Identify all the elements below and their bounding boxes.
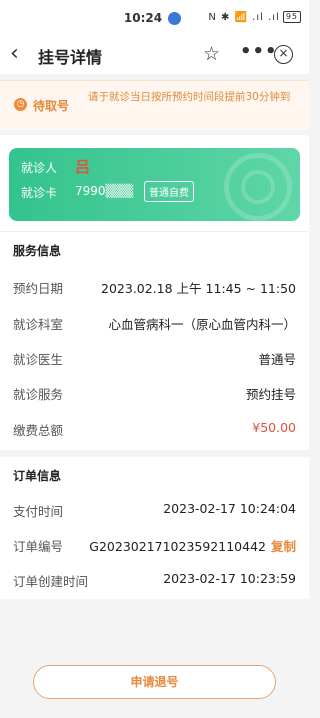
patient-card-section: 就诊人 吕 就诊卡 7990▒▒▒ 普通自费 <box>0 135 309 231</box>
doctor-value: 普通号 <box>258 352 296 367</box>
patient-name: 吕 <box>75 158 91 176</box>
doctor-label: 就诊医生 <box>13 352 64 367</box>
more-options-icon[interactable]: ••• <box>240 40 278 64</box>
department-value: 心血管病科一（原心血管内科一） <box>108 317 296 332</box>
department-label: 就诊科室 <box>13 317 64 332</box>
notice-message: 请于就诊当日按所预约时间段提前30分钟到 <box>88 91 291 103</box>
order-created-label: 订单创建时间 <box>13 574 89 589</box>
appointment-date-label: 预约日期 <box>13 281 64 296</box>
navigation-bar: ‹ 挂号详情 ☆ ••• × <box>0 36 309 74</box>
status-bar: 10:24 N ✱ 📶 .ıl .ıl 95 <box>0 0 309 36</box>
service-value: 预约挂号 <box>245 387 296 402</box>
order-number-row: G202302171023592110442 复制 <box>89 536 296 555</box>
page-title: 挂号详情 <box>38 48 103 67</box>
total-fee-label: 缴费总额 <box>13 423 64 438</box>
appointment-date-value: 2023.02.18 上午 11:45 ~ 11:50 <box>101 281 296 296</box>
order-created-value: 2023-02-17 10:23:59 <box>163 571 296 586</box>
payment-time-value: 2023-02-17 10:24:04 <box>163 501 296 516</box>
status-time: 10:24 <box>123 11 163 25</box>
status-indicators: N ✱ 📶 .ıl .ıl 95 <box>208 11 301 23</box>
back-arrow-icon[interactable]: ‹ <box>10 42 34 68</box>
pickup-notice: ◷ 待取号 请于就诊当日按所预约时间段提前30分钟到 <box>0 80 309 130</box>
ticket-status: 待取号 <box>33 99 70 113</box>
service-label: 就诊服务 <box>13 387 64 402</box>
total-fee-value: ¥50.00 <box>252 420 296 435</box>
battery-icon: 95 <box>282 11 301 23</box>
patient-label: 就诊人 <box>21 161 58 175</box>
connectivity-icons: N ✱ 📶 .ıl .ıl <box>208 11 280 23</box>
payment-time-label: 支付时间 <box>13 504 64 519</box>
copy-order-number-link[interactable]: 复制 <box>271 539 296 554</box>
app-status-icon <box>168 11 182 25</box>
service-info-section: 服务信息 预约日期 2023.02.18 上午 11:45 ~ 11:50 就诊… <box>0 231 309 450</box>
hospital-logo-icon <box>224 153 292 221</box>
card-label: 就诊卡 <box>21 186 58 200</box>
order-info-title: 订单信息 <box>13 469 62 483</box>
service-info-title: 服务信息 <box>13 244 62 258</box>
refund-button[interactable]: 申请退号 <box>33 665 276 699</box>
card-number: 7990▒▒▒ <box>75 184 134 198</box>
clock-icon: ◷ <box>14 98 27 111</box>
order-number-label: 订单编号 <box>13 539 64 554</box>
bottom-action-area: 申请退号 <box>0 599 309 718</box>
card-type-badge: 普通自费 <box>144 181 194 202</box>
close-icon[interactable]: × <box>274 45 293 64</box>
order-info-section: 订单信息 支付时间 2023-02-17 10:24:04 订单编号 G2023… <box>0 457 309 599</box>
patient-card: 就诊人 吕 就诊卡 7990▒▒▒ 普通自费 <box>9 148 300 221</box>
favorite-star-icon[interactable]: ☆ <box>203 42 220 66</box>
order-number-value: G202302171023592110442 <box>89 539 266 554</box>
